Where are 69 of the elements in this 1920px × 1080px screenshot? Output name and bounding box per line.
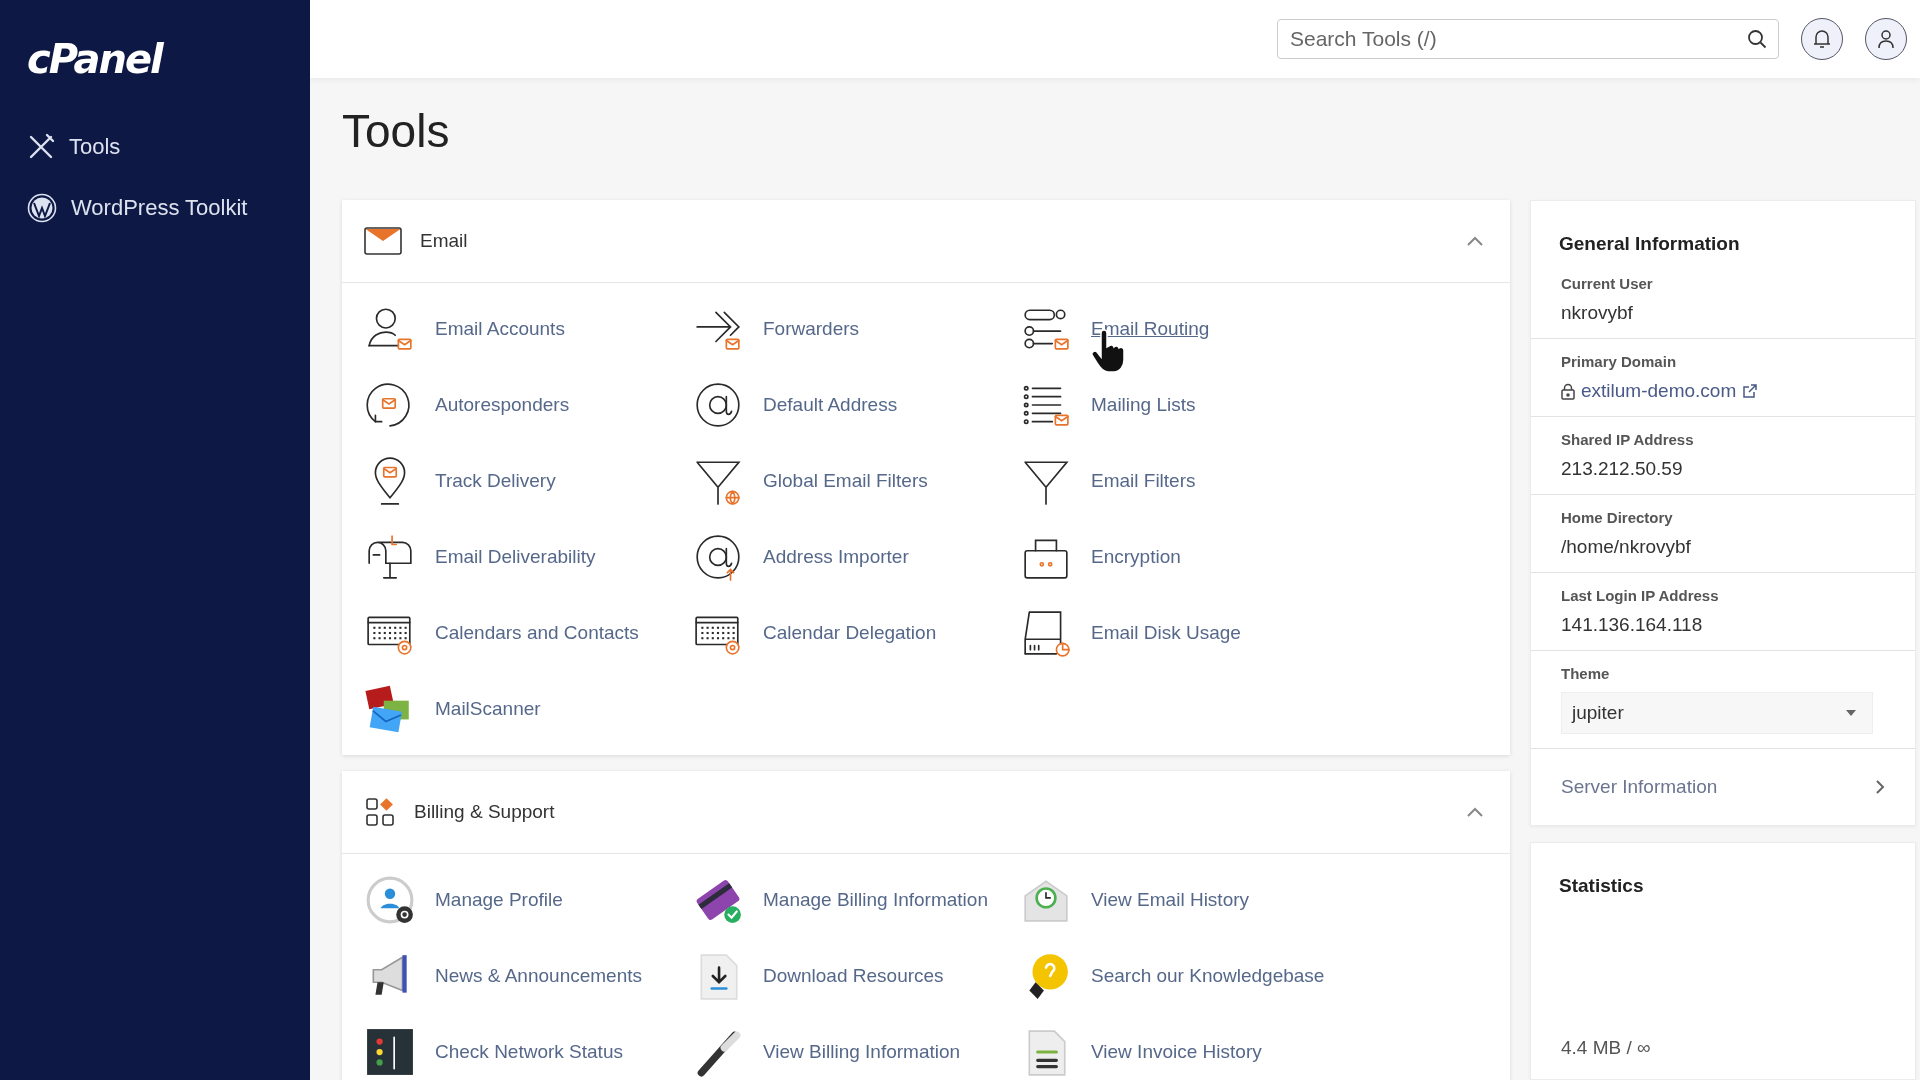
tool-link[interactable]: MailScanner <box>435 698 541 720</box>
tools-icon <box>27 132 55 161</box>
tool-link[interactable]: Manage Profile <box>435 889 563 911</box>
grid-icon <box>364 796 396 828</box>
tool-link[interactable]: Manage Billing Information <box>763 889 988 911</box>
envelope-icon <box>364 227 402 255</box>
mailbox-icon <box>365 532 415 582</box>
chevron-right-icon <box>1875 779 1885 795</box>
sidebar-item-label: Tools <box>69 133 121 160</box>
page-title: Tools <box>342 108 450 159</box>
tool-link[interactable]: Global Email Filters <box>763 470 928 492</box>
tool-link[interactable]: View Email History <box>1091 889 1250 911</box>
user-menu-button[interactable] <box>1865 18 1907 60</box>
tool-link[interactable]: Email Accounts <box>435 318 565 340</box>
dropdown-arrow-icon <box>1846 710 1856 716</box>
stat-value: 4.4 MB / ∞ <box>1560 1037 1652 1060</box>
bell-icon <box>1813 29 1831 49</box>
tool-link[interactable]: Calendars and Contacts <box>435 622 639 644</box>
tool-link[interactable]: Encryption <box>1091 546 1181 568</box>
section-header[interactable]: Billing & Support <box>342 771 1510 854</box>
tool-link[interactable]: View Billing Information <box>763 1041 961 1063</box>
section-header[interactable]: Email <box>342 200 1510 283</box>
tool-link[interactable]: Track Delivery <box>435 470 556 492</box>
sidebar-item[interactable]: Tools <box>27 116 121 177</box>
info-value: /home/nkrovybf <box>1561 536 1691 558</box>
info-label: Shared IP Address <box>1561 431 1694 448</box>
server-information-link[interactable]: Server Information <box>1531 748 1915 825</box>
section-title: Email <box>420 230 469 252</box>
tool-link[interactable]: Email Deliverability <box>435 546 596 568</box>
tool-link[interactable]: Check Network Status <box>435 1041 623 1063</box>
info-value: 141.136.164.118 <box>1561 614 1703 636</box>
info-label: Theme <box>1561 665 1610 682</box>
tool-link[interactable]: Email Disk Usage <box>1091 622 1241 644</box>
card-title: General Information <box>1558 232 1741 256</box>
tool-link[interactable]: News & Announcements <box>435 965 642 987</box>
info-label: Primary Domain <box>1561 353 1677 370</box>
notifications-button[interactable] <box>1801 18 1843 60</box>
tool-link[interactable]: Calendar Delegation <box>763 622 937 644</box>
sidebar-item[interactable]: WordPress Toolkit <box>27 177 248 238</box>
search-icon <box>1747 29 1767 49</box>
info-label: Last Login IP Address <box>1561 587 1719 604</box>
user-icon <box>1878 29 1894 49</box>
tool-link[interactable]: Search our Knowledgebase <box>1091 965 1325 987</box>
section-title: Billing & Support <box>414 801 556 823</box>
tool-link[interactable]: Address Importer <box>763 546 909 568</box>
sidebar-item-label: WordPress Toolkit <box>71 194 248 221</box>
external-link-icon <box>1742 383 1758 399</box>
tool-link[interactable]: View Invoice History <box>1091 1041 1262 1063</box>
traffic-light-icon <box>365 1027 415 1077</box>
tool-link[interactable]: Default Address <box>763 394 898 416</box>
theme-select[interactable]: jupiter <box>1561 692 1873 734</box>
disk-drive-icon <box>1021 608 1071 658</box>
tool-link[interactable]: Email Filters <box>1091 470 1196 492</box>
cpanel-logo[interactable]: cPanel <box>27 36 162 82</box>
info-label: Current User <box>1561 275 1653 292</box>
profile-icon <box>365 875 415 925</box>
tool-link[interactable]: Forwarders <box>763 318 860 340</box>
info-value: nkrovybf <box>1561 302 1633 324</box>
wordpress-icon <box>27 192 57 223</box>
card-title: Statistics <box>1558 874 1645 898</box>
tool-link[interactable]: Mailing Lists <box>1091 394 1196 416</box>
domain-link[interactable]: extilum-demo.com <box>1581 380 1737 402</box>
info-value: 213.212.50.59 <box>1561 458 1683 480</box>
info-label: Home Directory <box>1561 509 1673 526</box>
at-sign-icon <box>693 532 743 582</box>
at-sign-icon <box>693 380 743 430</box>
tool-link[interactable]: Download Resources <box>763 965 944 987</box>
tool-link[interactable]: Autoresponders <box>435 394 570 416</box>
search-field[interactable]: Search Tools (/) <box>1277 19 1779 59</box>
